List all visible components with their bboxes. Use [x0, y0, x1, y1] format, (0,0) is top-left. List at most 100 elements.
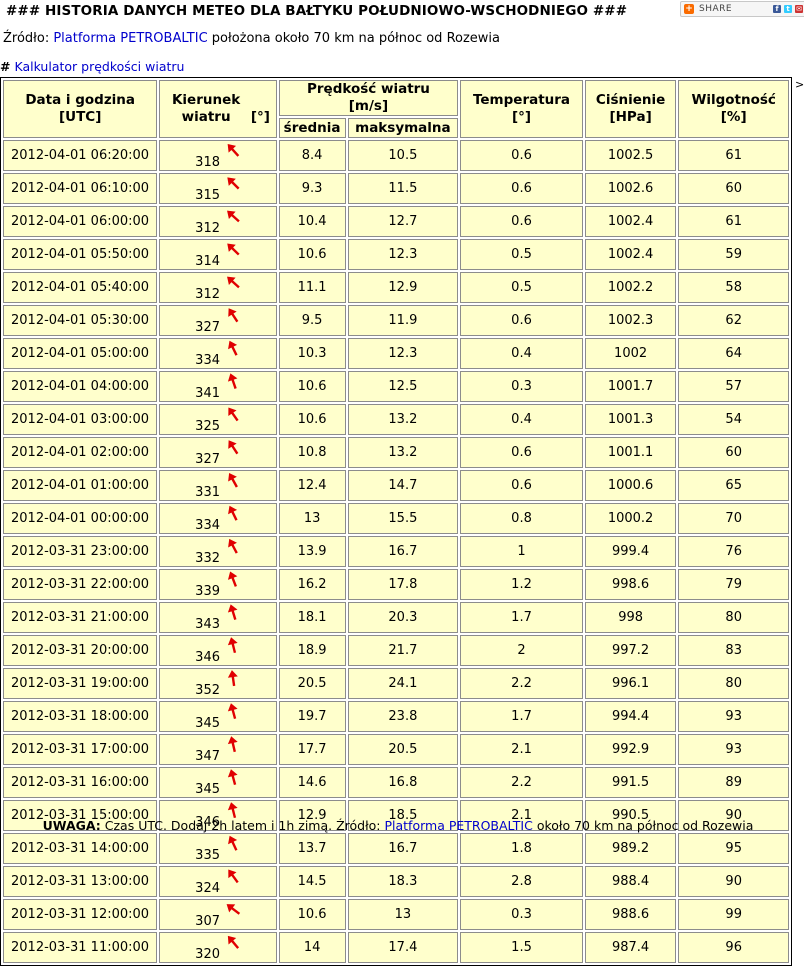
arrow-icon	[227, 703, 238, 720]
cell-datetime: 2012-03-31 21:00:00	[3, 602, 158, 633]
cell-datetime: 2012-04-01 01:00:00	[3, 470, 158, 501]
calculator-link[interactable]: Kalkulator prędkości wiatru	[14, 59, 184, 74]
direction-value: 341	[195, 386, 220, 401]
table-row: 2012-04-01 04:00:00 341 10.6 12.5 0.3 1001.7 5…	[3, 371, 789, 402]
cell-datetime: 2012-03-31 11:00:00	[3, 932, 158, 963]
cell-speed-max: 12.5	[347, 371, 459, 402]
facebook-icon: f	[773, 5, 781, 13]
direction-value: 332	[195, 551, 220, 566]
cell-direction: 320	[159, 932, 277, 963]
cell-pressure: 992.9	[584, 734, 677, 765]
cell-speed-avg: 18.1	[278, 602, 346, 633]
direction-value: 334	[195, 518, 220, 533]
cell-speed-max: 16.7	[347, 536, 459, 567]
cell-direction: 331	[159, 470, 277, 501]
table-row: 2012-04-01 00:00:00 334 13 15.5 0.8 1000.2 70	[3, 503, 789, 534]
cell-temperature: 0.6	[460, 470, 583, 501]
table-row: 2012-04-01 06:20:00 318 8.4 10.5 0.6 1002.5 61	[3, 140, 789, 171]
arrow-icon	[228, 538, 238, 554]
cell-direction: 345	[159, 701, 277, 732]
cell-speed-avg: 11.1	[278, 272, 346, 303]
cell-direction: 345	[159, 767, 277, 798]
cell-speed-avg: 10.3	[278, 338, 346, 369]
cell-speed-avg: 20.5	[278, 668, 346, 699]
arrow-icon	[227, 210, 240, 223]
cell-pressure: 1000.6	[584, 470, 677, 501]
cell-direction: 318	[159, 140, 277, 171]
cell-speed-avg: 8.4	[278, 140, 346, 171]
cell-speed-max: 17.8	[347, 569, 459, 600]
footer-link[interactable]: Platforma PETROBALTIC	[384, 818, 532, 833]
header-speed-max: maksymalna	[347, 118, 459, 138]
plus-icon: +	[684, 4, 694, 14]
arrow-icon	[227, 769, 238, 786]
table-row: 2012-04-01 03:00:00 325 10.6 13.2 0.4 1001.3 5…	[3, 404, 789, 435]
header-speed: Prędkość wiatru [m/s]	[278, 80, 459, 116]
table-row: 2012-04-01 06:10:00 315 9.3 11.5 0.6 1002.6 60	[3, 173, 789, 204]
cell-pressure: 1002.6	[584, 173, 677, 204]
direction-value: 346	[195, 650, 220, 665]
direction-value: 324	[195, 881, 220, 896]
table-row: 2012-03-31 17:00:00 347 17.7 20.5 2.1 992.9 93	[3, 734, 789, 765]
cell-direction: 334	[159, 503, 277, 534]
page-title: ### HISTORIA DANYCH METEO DLA BAŁTYKU PO…	[6, 3, 628, 19]
direction-value: 312	[195, 221, 220, 236]
arrow-icon	[228, 473, 238, 488]
cell-direction: 307	[159, 899, 277, 930]
cell-speed-avg: 14.6	[278, 767, 346, 798]
cell-humidity: 60	[678, 173, 789, 204]
table-row: 2012-03-31 20:00:00 346 18.9 21.7 2 997.2 83	[3, 635, 789, 666]
cell-temperature: 0.6	[460, 140, 583, 171]
cell-direction: 327	[159, 305, 277, 336]
cell-speed-max: 13.2	[347, 404, 459, 435]
cell-temperature: 1	[460, 536, 583, 567]
source-prefix: Źródło:	[3, 31, 50, 46]
cell-datetime: 2012-03-31 12:00:00	[3, 899, 158, 930]
hash-marker: #	[0, 59, 11, 74]
footer-note: UWAGA: Czas UTC. Dodaj 2h latem i 1h zim…	[0, 818, 796, 833]
cell-direction: 352	[159, 668, 277, 699]
cell-humidity: 54	[678, 404, 789, 435]
direction-value: 339	[195, 584, 220, 599]
arrow-icon	[227, 736, 238, 753]
share-button[interactable]: + SHARE f t ✉	[680, 1, 804, 17]
cell-speed-avg: 17.7	[278, 734, 346, 765]
cell-humidity: 96	[678, 932, 789, 963]
cell-temperature: 0.5	[460, 272, 583, 303]
cell-speed-max: 12.3	[347, 338, 459, 369]
cell-direction: 312	[159, 206, 277, 237]
cell-temperature: 0.6	[460, 437, 583, 468]
cell-temperature: 0.3	[460, 899, 583, 930]
table-row: 2012-03-31 21:00:00 343 18.1 20.3 1.7 998 80	[3, 602, 789, 633]
cell-direction: 324	[159, 866, 277, 897]
cell-direction: 332	[159, 536, 277, 567]
cell-datetime: 2012-04-01 05:00:00	[3, 338, 158, 369]
cell-temperature: 1.2	[460, 569, 583, 600]
cell-pressure: 988.6	[584, 899, 677, 930]
cell-humidity: 60	[678, 437, 789, 468]
cell-direction: 327	[159, 437, 277, 468]
cell-speed-max: 23.8	[347, 701, 459, 732]
cell-datetime: 2012-03-31 18:00:00	[3, 701, 158, 732]
cell-speed-max: 12.3	[347, 239, 459, 270]
cell-speed-max: 11.9	[347, 305, 459, 336]
cell-datetime: 2012-04-01 00:00:00	[3, 503, 158, 534]
cell-humidity: 58	[678, 272, 789, 303]
source-link[interactable]: Platforma PETROBALTIC	[53, 31, 207, 46]
cell-speed-avg: 14.5	[278, 866, 346, 897]
direction-value: 307	[195, 914, 220, 929]
arrow-icon	[227, 276, 240, 289]
cell-speed-avg: 9.3	[278, 173, 346, 204]
direction-value: 345	[195, 716, 220, 731]
cell-speed-max: 12.7	[347, 206, 459, 237]
cell-temperature: 2	[460, 635, 583, 666]
header-speed-avg: średnia	[278, 118, 346, 138]
cell-humidity: 79	[678, 569, 789, 600]
cell-pressure: 1002.4	[584, 206, 677, 237]
direction-value: 314	[195, 254, 220, 269]
table-row: 2012-04-01 05:00:00 334 10.3 12.3 0.4 1002 64	[3, 338, 789, 369]
table-row: 2012-04-01 05:30:00 327 9.5 11.9 0.6 1002.3 62	[3, 305, 789, 336]
arrow-icon	[227, 144, 240, 157]
arrow-icon	[228, 440, 239, 455]
cell-direction: 325	[159, 404, 277, 435]
